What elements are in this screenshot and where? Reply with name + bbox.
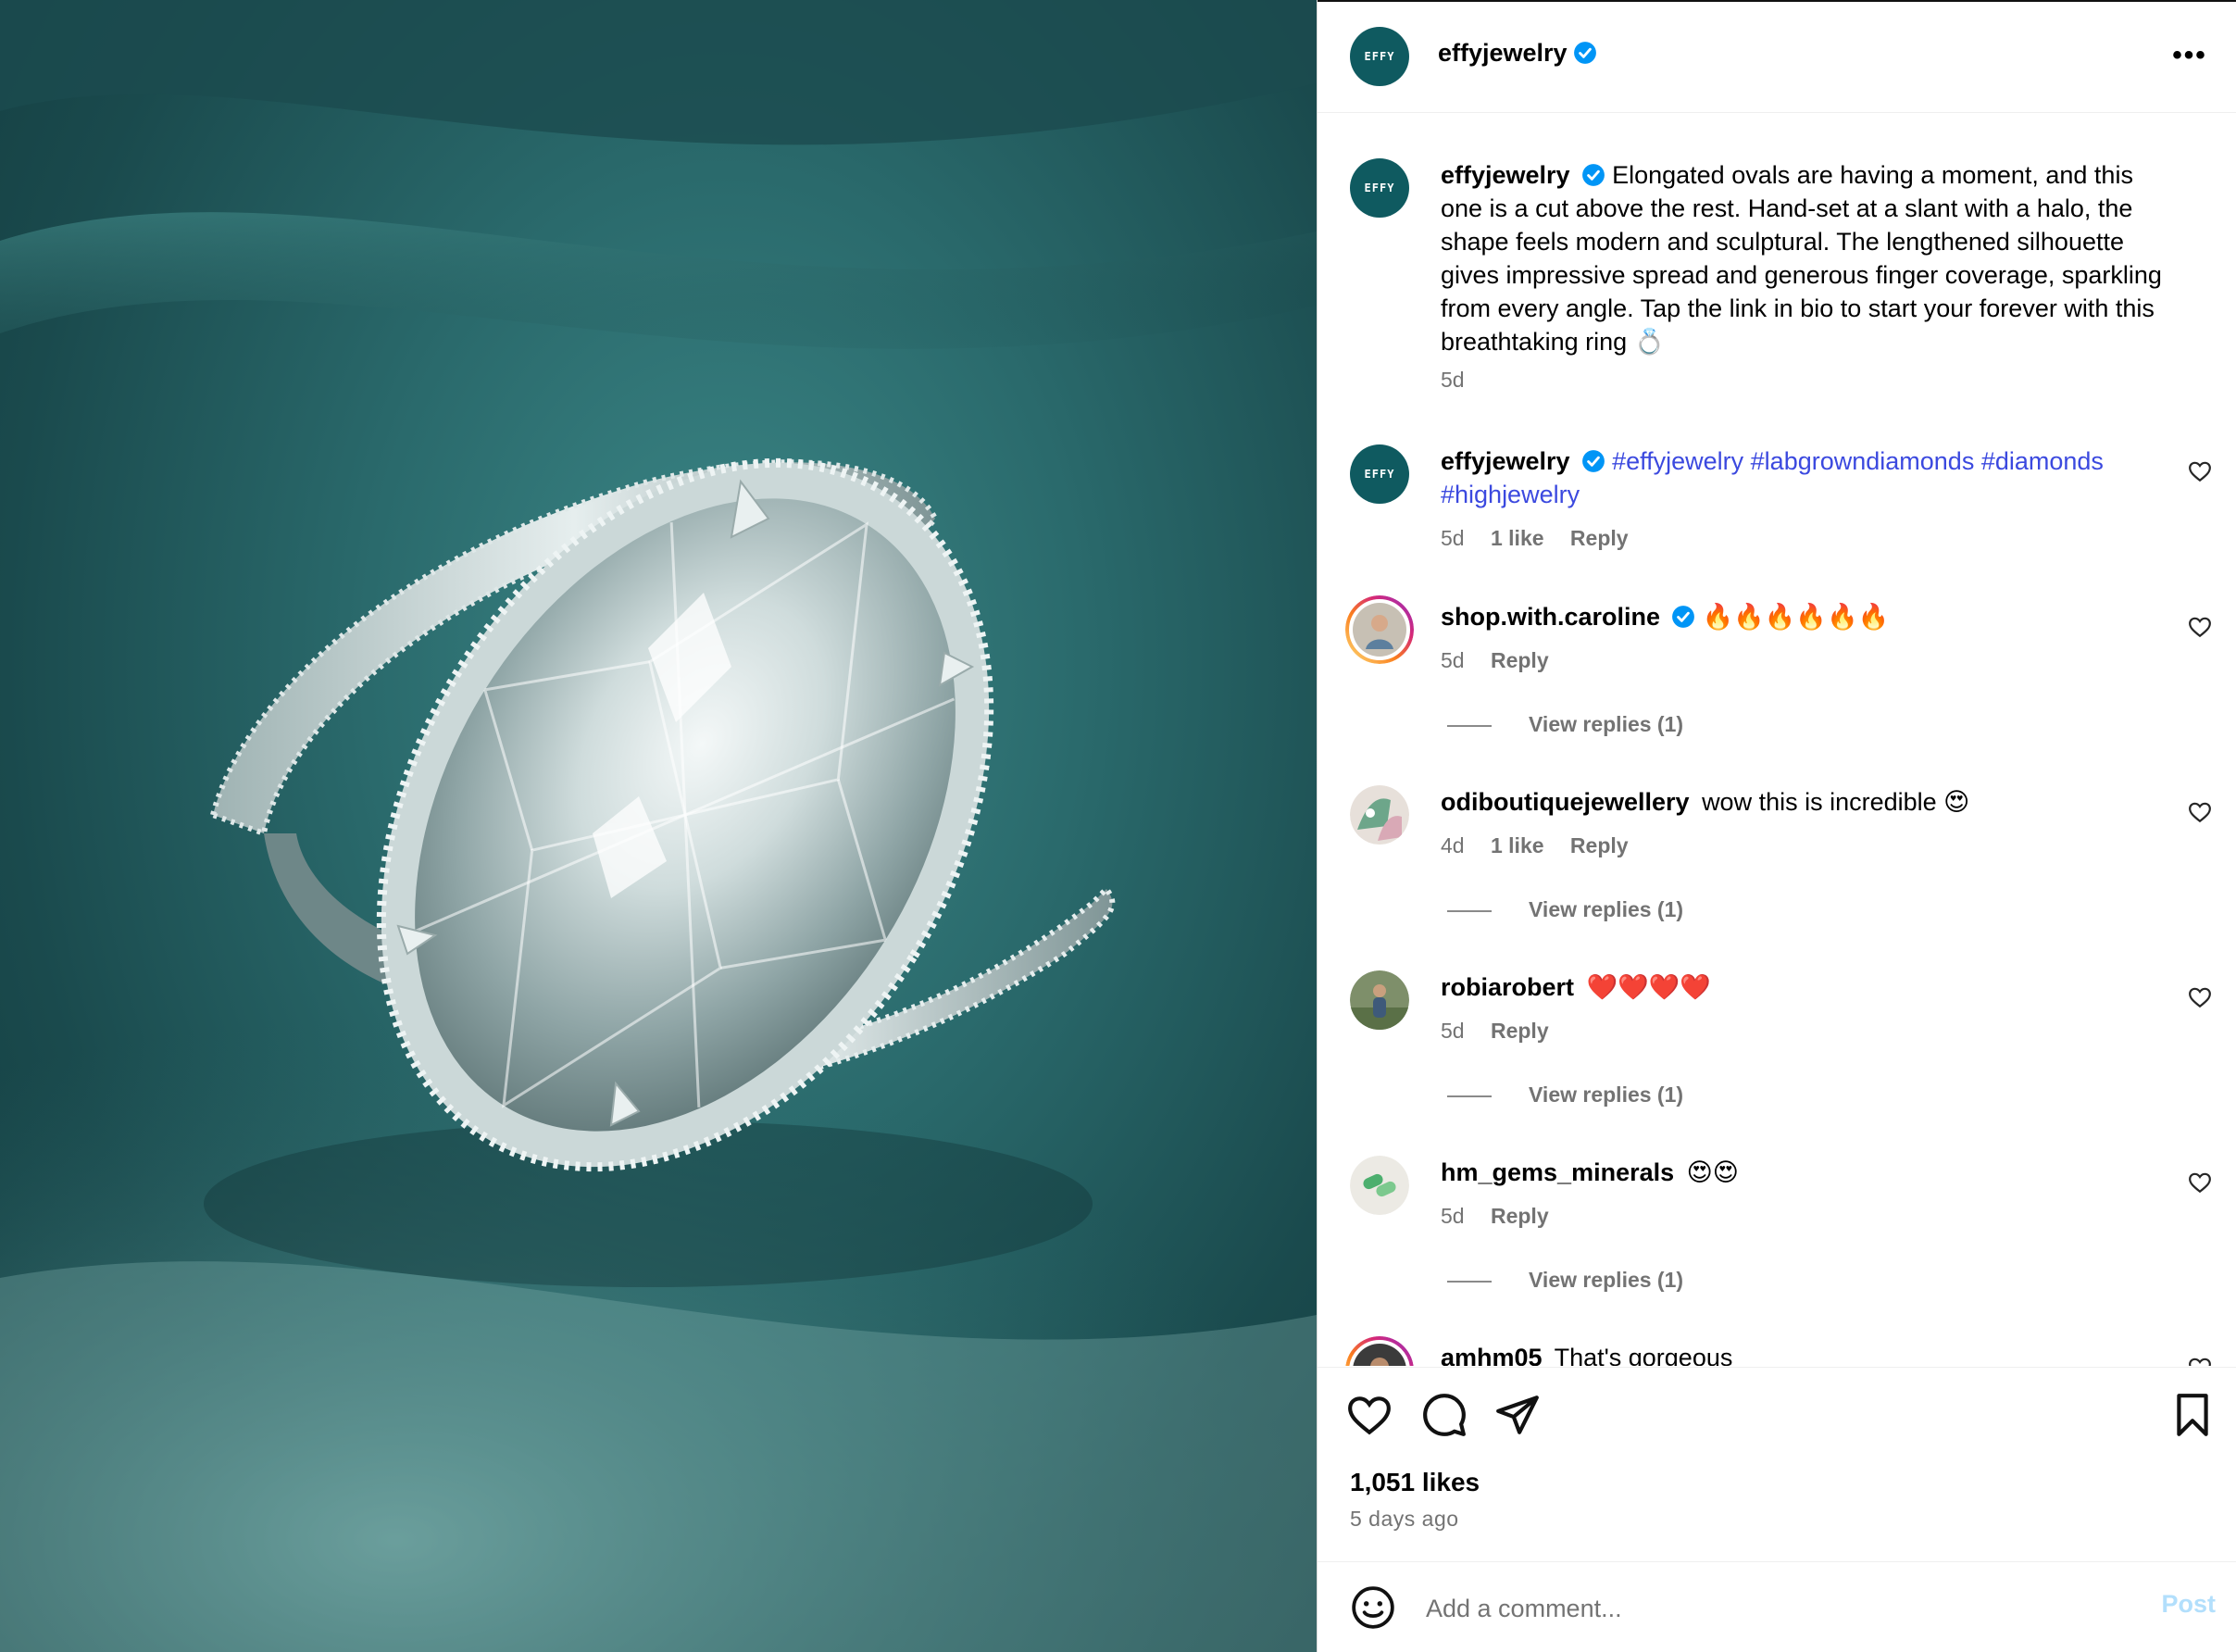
replies-dash <box>1447 1280 1492 1283</box>
comment-meta: 5d 1 like Reply <box>1441 526 1649 551</box>
comment-meta: 5d Reply <box>1441 648 1569 673</box>
comment-meta: 5d Reply <box>1441 1019 1569 1044</box>
comment-age: 5d <box>1441 1204 1465 1228</box>
view-replies-label[interactable]: View replies (1) <box>1529 897 1683 921</box>
comment-body: amhm05 That's gorgeous <box>1441 1341 2180 1366</box>
user-avatar[interactable] <box>1345 595 1414 664</box>
comment-input-bar: Post <box>1318 1561 2236 1652</box>
more-options-glyph: ••• <box>2172 40 2207 70</box>
brand-mark: EFFY <box>1364 50 1395 63</box>
comment-username[interactable]: amhm05 <box>1441 1344 1543 1366</box>
user-avatar[interactable] <box>1350 1156 1409 1215</box>
like-comment-heart-icon[interactable] <box>2188 615 2212 639</box>
verified-badge-icon <box>1672 606 1694 628</box>
like-comment-heart-icon[interactable] <box>2188 459 2212 483</box>
verified-badge-icon <box>1573 42 1596 64</box>
like-comment-heart-icon[interactable] <box>2188 800 2212 824</box>
account-username-text[interactable]: effyjewelry <box>1438 39 1568 67</box>
comment-age: 4d <box>1441 833 1465 857</box>
caption-age: 5d <box>1441 368 1465 392</box>
caption-avatar[interactable]: EFFY <box>1350 158 1409 218</box>
comment-username[interactable]: hm_gems_minerals <box>1441 1158 1674 1186</box>
reply-button[interactable]: Reply <box>1570 526 1629 550</box>
caption-meta: 5d <box>1441 368 1485 393</box>
reply-button[interactable]: Reply <box>1491 1204 1549 1228</box>
comment-username[interactable]: odiboutiquejewellery <box>1441 788 1690 816</box>
post-actions: 1,051 likes 5 days ago <box>1318 1367 2236 1561</box>
comment-age: 5d <box>1441 648 1465 672</box>
replies-dash <box>1447 1095 1492 1097</box>
comment-body: effyjewelry #effyjewelry #labgrowndiamon… <box>1441 444 2180 511</box>
user-avatar[interactable] <box>1345 1336 1414 1366</box>
post-photo[interactable] <box>0 0 1317 1652</box>
comment-text: 🔥🔥🔥🔥🔥🔥 <box>1702 603 1890 631</box>
comment-text: ❤️❤️❤️❤️ <box>1586 973 1712 1001</box>
comment-text: That's gorgeous <box>1554 1344 1733 1366</box>
reply-button[interactable]: Reply <box>1491 1019 1549 1043</box>
comment-username[interactable]: shop.with.caroline <box>1441 603 1660 631</box>
ring-photo-illustration <box>0 0 1317 1652</box>
replies-dash <box>1447 909 1492 912</box>
comment-text: 😍😍 <box>1686 1158 1739 1186</box>
user-avatar[interactable] <box>1350 785 1409 845</box>
comment-input[interactable] <box>1424 1583 2076 1634</box>
post-time: 5 days ago <box>1350 1507 1459 1531</box>
caption-username[interactable]: effyjewelry <box>1441 161 1570 189</box>
view-replies-label[interactable]: View replies (1) <box>1529 1083 1683 1107</box>
comment-age: 5d <box>1441 1019 1465 1043</box>
comment-body: odiboutiquejewellery wow this is incredi… <box>1441 785 2180 819</box>
comment-age: 5d <box>1441 526 1465 550</box>
comment-likes[interactable]: 1 like <box>1491 833 1544 857</box>
comment-body: robiarobert ❤️❤️❤️❤️ <box>1441 970 2180 1004</box>
like-comment-heart-icon[interactable] <box>2188 1356 2212 1366</box>
comment-body: hm_gems_minerals 😍😍 <box>1441 1156 2180 1189</box>
emoji-icon[interactable] <box>1350 1584 1396 1631</box>
comment-icon[interactable] <box>1421 1392 1468 1438</box>
verified-badge-icon <box>1581 164 1605 186</box>
account-username[interactable]: effyjewelry <box>1438 39 1597 68</box>
comment-likes[interactable]: 1 like <box>1491 526 1544 550</box>
like-comment-heart-icon[interactable] <box>2188 985 2212 1009</box>
comment-avatar[interactable]: EFFY <box>1350 444 1409 504</box>
like-comment-heart-icon[interactable] <box>2188 1170 2212 1195</box>
user-avatar[interactable] <box>1350 970 1409 1030</box>
comment-username[interactable]: robiarobert <box>1441 973 1574 1001</box>
share-icon[interactable] <box>1494 1392 1541 1438</box>
view-replies-button[interactable]: View replies (1) <box>1447 1268 1683 1293</box>
view-replies-label[interactable]: View replies (1) <box>1529 1268 1683 1292</box>
replies-dash <box>1447 724 1492 727</box>
comments-list[interactable]: EFFY effyjewelry Elongated ovals are hav… <box>1318 114 2236 1366</box>
reply-button[interactable]: Reply <box>1570 833 1629 857</box>
view-replies-label[interactable]: View replies (1) <box>1529 712 1683 736</box>
view-replies-button[interactable]: View replies (1) <box>1447 897 1683 922</box>
comment-text: wow this is incredible 😍 <box>1702 788 1970 816</box>
comment-meta: 5d Reply <box>1441 1204 1569 1229</box>
heart-icon[interactable] <box>1346 1392 1393 1438</box>
view-replies-button[interactable]: View replies (1) <box>1447 712 1683 737</box>
bookmark-icon[interactable] <box>2169 1392 2216 1438</box>
caption-text: Elongated ovals are having a moment, and… <box>1441 161 2162 356</box>
view-replies-button[interactable]: View replies (1) <box>1447 1083 1683 1108</box>
more-options-icon[interactable]: ••• <box>2171 39 2208 72</box>
reply-button[interactable]: Reply <box>1491 648 1549 672</box>
like-count[interactable]: 1,051 likes <box>1350 1468 1480 1497</box>
post-comment-button[interactable]: Post <box>2161 1590 2216 1619</box>
verified-badge-icon <box>1581 450 1605 472</box>
comment-body: shop.with.caroline 🔥🔥🔥🔥🔥🔥 <box>1441 600 2180 633</box>
brand-mark: EFFY <box>1364 468 1395 481</box>
post-sidebar: EFFY effyjewelry ••• EFFY effyjewelry El… <box>1317 0 2236 1652</box>
caption-body: effyjewelry Elongated ovals are having a… <box>1441 158 2180 358</box>
comment-meta: 4d 1 like Reply <box>1441 833 1649 858</box>
account-avatar[interactable]: EFFY <box>1350 27 1409 86</box>
comment-username[interactable]: effyjewelry <box>1441 447 1570 475</box>
brand-mark: EFFY <box>1364 181 1395 194</box>
post-header: EFFY effyjewelry ••• <box>1318 0 2236 113</box>
